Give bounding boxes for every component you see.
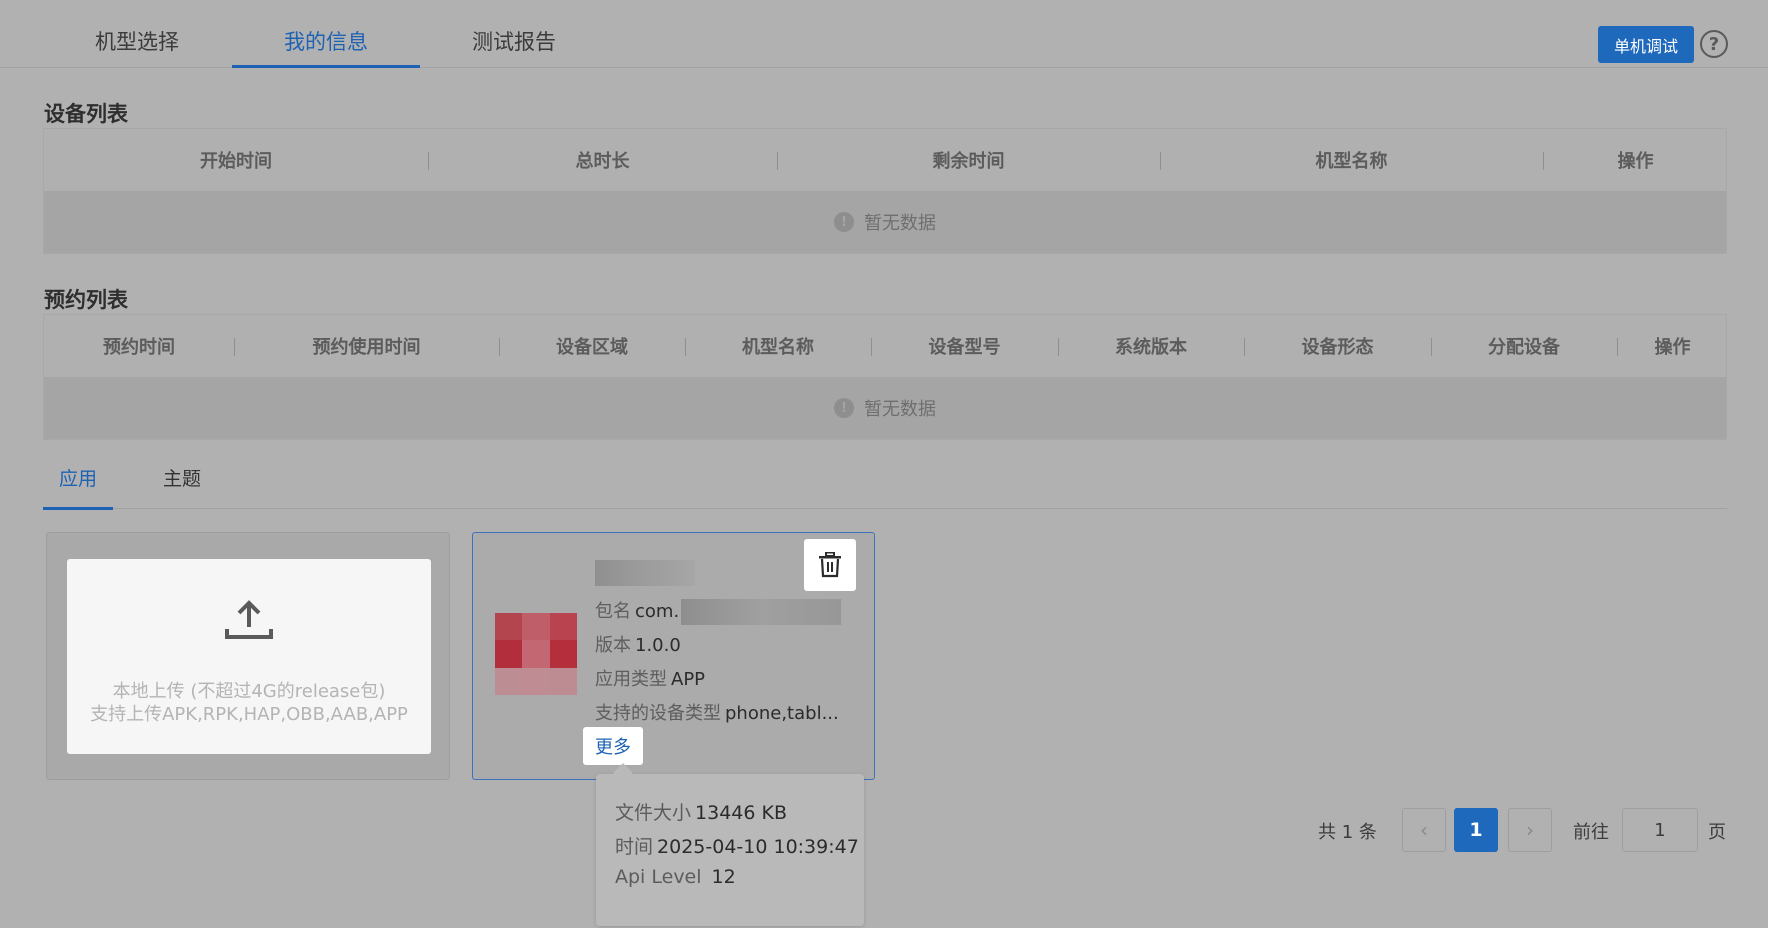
upload-dropzone[interactable]: 本地上传 (不超过4G的release包) 支持上传APK,RPK,HAP,OB…: [67, 559, 431, 754]
column-header[interactable]: 设备型号: [871, 315, 1058, 377]
app-theme-tabs: 应用 主题: [43, 460, 1727, 510]
reservation-table: 预约时间 预约使用时间 设备区域 机型名称 设备型号 系统版本 设备形态 分配设…: [43, 314, 1727, 440]
package-name-row: 包名 com.: [595, 597, 842, 625]
upload-hint-line2: 支持上传APK,RPK,HAP,OBB,AAB,APP: [90, 704, 408, 725]
column-header[interactable]: 总时长: [428, 129, 777, 191]
pagination-total: 共 1 条: [1318, 822, 1377, 843]
app-type-label: 应用类型: [595, 669, 667, 690]
goto-page-input[interactable]: [1622, 808, 1698, 852]
column-header[interactable]: 预约使用时间: [234, 315, 499, 377]
top-tab-bar: 机型选择 我的信息 测试报告 单机调试 ?: [0, 0, 1768, 68]
app-card[interactable]: 包名 com. 版本 1.0.0 应用类型 APP 支持的设备类型 phone,tabl…: [472, 532, 875, 780]
column-header[interactable]: 剩余时间: [777, 129, 1160, 191]
device-type-value: phone,tabl...: [725, 703, 839, 724]
version-label: 版本: [595, 635, 631, 656]
prev-page-button[interactable]: ‹: [1402, 808, 1446, 852]
tab-apps[interactable]: 应用: [43, 460, 113, 510]
reservation-table-header: 预约时间 预约使用时间 设备区域 机型名称 设备型号 系统版本 设备形态 分配设…: [44, 315, 1726, 377]
trash-icon: [819, 552, 841, 578]
column-header[interactable]: 设备区域: [499, 315, 685, 377]
tab-themes[interactable]: 主题: [147, 460, 217, 509]
column-header[interactable]: 开始时间: [44, 129, 428, 191]
device-type-label: 支持的设备类型: [595, 703, 721, 724]
api-level-value: 12: [711, 866, 736, 888]
reservation-table-empty: ! 暂无数据: [44, 377, 1726, 439]
app-type-value: APP: [671, 669, 706, 690]
single-debug-button[interactable]: 单机调试: [1598, 26, 1694, 63]
app-type-row: 应用类型 APP: [595, 665, 705, 691]
delete-button[interactable]: [804, 539, 856, 591]
more-button[interactable]: 更多: [583, 727, 643, 765]
upload-icon: [225, 600, 273, 639]
empty-text: 暂无数据: [864, 399, 936, 420]
package-value: com.: [635, 601, 680, 622]
column-header[interactable]: 设备形态: [1244, 315, 1431, 377]
device-table-header: 开始时间 总时长 剩余时间 机型名称 操作: [44, 129, 1726, 191]
upload-time-row: 时间 2025-04-10 10:39:47: [615, 832, 859, 859]
api-level-row: Api Level 12: [615, 866, 736, 888]
column-header[interactable]: 系统版本: [1058, 315, 1244, 377]
device-type-row: 支持的设备类型 phone,tabl...: [595, 699, 839, 725]
info-icon: !: [834, 212, 854, 232]
column-header[interactable]: 机型名称: [1160, 129, 1543, 191]
package-redacted: [681, 599, 842, 625]
file-size-row: 文件大小 13446 KB: [615, 798, 787, 825]
app-name-redacted: [595, 560, 695, 586]
api-level-label: Api Level: [615, 866, 702, 888]
help-icon[interactable]: ?: [1700, 30, 1728, 58]
goto-label: 前往: [1573, 822, 1609, 843]
column-header[interactable]: 机型名称: [685, 315, 871, 377]
empty-text: 暂无数据: [864, 213, 936, 234]
version-value: 1.0.0: [635, 635, 681, 656]
column-header: 操作: [1654, 337, 1691, 358]
app-logo: [495, 613, 577, 695]
device-table-empty: ! 暂无数据: [44, 191, 1726, 253]
tab-model-select[interactable]: 机型选择: [43, 26, 231, 68]
app-details-popover: 文件大小 13446 KB 时间 2025-04-10 10:39:47 Api L…: [596, 774, 864, 926]
info-icon: !: [834, 398, 854, 418]
column-header[interactable]: 分配设备: [1431, 315, 1617, 377]
reservation-list-title: 预约列表: [44, 288, 128, 312]
package-label: 包名: [595, 601, 631, 622]
upload-card: 本地上传 (不超过4G的release包) 支持上传APK,RPK,HAP,OB…: [46, 532, 450, 780]
next-page-button[interactable]: ›: [1508, 808, 1552, 852]
page-unit-label: 页: [1708, 822, 1726, 843]
page-1-button[interactable]: 1: [1454, 808, 1498, 852]
time-label: 时间: [615, 836, 654, 858]
column-header[interactable]: 预约时间: [44, 315, 234, 377]
tab-my-info[interactable]: 我的信息: [232, 26, 420, 68]
device-table: 开始时间 总时长 剩余时间 机型名称 操作 ! 暂无数据: [43, 128, 1727, 254]
tab-test-report[interactable]: 测试报告: [420, 26, 608, 68]
version-row: 版本 1.0.0: [595, 631, 681, 657]
time-value: 2025-04-10 10:39:47: [657, 836, 859, 858]
column-header: 操作: [1617, 151, 1654, 172]
device-list-title: 设备列表: [44, 102, 128, 126]
file-size-value: 13446 KB: [695, 802, 787, 824]
file-size-label: 文件大小: [615, 802, 692, 824]
